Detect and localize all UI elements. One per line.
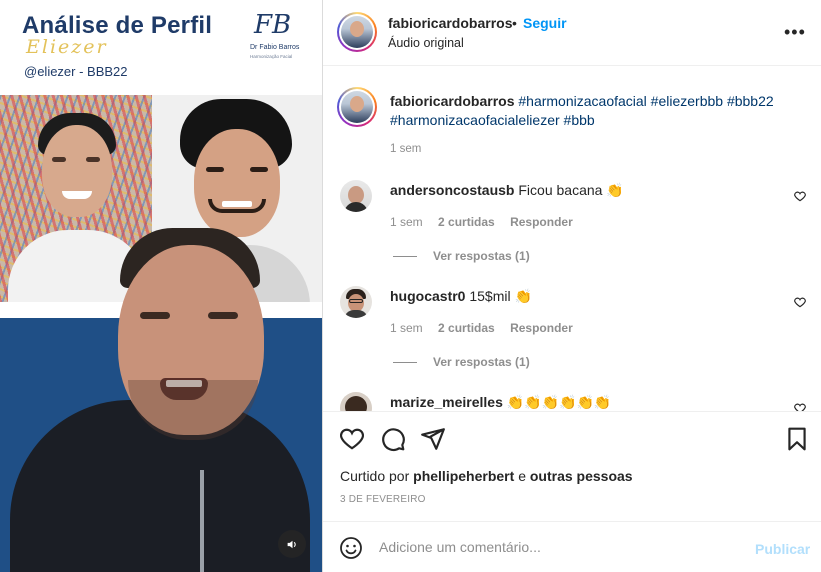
- comment-input[interactable]: [379, 539, 739, 555]
- reply-button[interactable]: Responder: [510, 215, 573, 229]
- like-comment-heart-icon[interactable]: [793, 189, 807, 203]
- comment-item: hugocastr0 15$mil 👏: [390, 288, 532, 305]
- comment-meta: 1 sem 2 curtidas Responder: [390, 215, 585, 229]
- comment-text: Ficou bacana 👏: [518, 182, 624, 198]
- add-comment-bar: Publicar: [323, 521, 821, 572]
- post-date[interactable]: 3 DE FEVEREIRO: [340, 494, 426, 505]
- like-comment-heart-icon[interactable]: [793, 401, 807, 411]
- like-heart-icon[interactable]: [339, 426, 365, 452]
- caption-timestamp[interactable]: 1 sem: [390, 143, 421, 155]
- comment-avatar[interactable]: [340, 392, 372, 411]
- comment-likes[interactable]: 2 curtidas: [438, 321, 495, 335]
- post-details-panel: fabioricardobarros • Seguir Áudio origin…: [322, 0, 821, 572]
- post-actions: Curtido por phellipeherbert e outras pes…: [323, 411, 821, 521]
- audio-link[interactable]: Áudio original: [388, 36, 464, 50]
- liked-conj: e: [518, 468, 526, 484]
- separator-dot: •: [512, 15, 517, 31]
- liked-prefix: Curtido por: [340, 468, 410, 484]
- author-avatar[interactable]: [337, 12, 377, 52]
- comment-item: andersoncostausb Ficou bacana 👏: [390, 182, 624, 199]
- media-banner: Análise de Perfil Eliezer @eliezer - BBB…: [0, 0, 322, 95]
- like-comment-heart-icon[interactable]: [793, 295, 807, 309]
- more-options-button[interactable]: •••: [784, 22, 806, 43]
- save-bookmark-icon[interactable]: [784, 426, 810, 452]
- post-media[interactable]: Análise de Perfil Eliezer @eliezer - BBB…: [0, 0, 322, 572]
- share-send-icon[interactable]: [420, 426, 446, 452]
- comment-text: 👏👏👏👏👏👏: [506, 394, 612, 410]
- liked-others[interactable]: outras pessoas: [530, 468, 633, 484]
- liked-user[interactable]: phellipeherbert: [413, 468, 514, 484]
- view-replies-label: Ver respostas (1): [433, 249, 530, 263]
- view-replies-button[interactable]: Ver respostas (1): [393, 249, 530, 263]
- comment-username[interactable]: marize_meirelles: [390, 394, 503, 410]
- comment-username[interactable]: andersoncostausb: [390, 182, 514, 198]
- view-replies-button[interactable]: Ver respostas (1): [393, 355, 530, 369]
- reply-button[interactable]: Responder: [510, 321, 573, 335]
- comment-avatar[interactable]: [340, 286, 372, 318]
- comment-likes[interactable]: 2 curtidas: [438, 215, 495, 229]
- caption-avatar[interactable]: [337, 87, 377, 127]
- view-replies-label: Ver respostas (1): [433, 355, 530, 369]
- comment-bubble-icon[interactable]: [380, 426, 406, 452]
- logo-name: Dr Fabio Barros: [250, 44, 300, 51]
- banner-handle: @eliezer - BBB22: [24, 64, 128, 79]
- comment-avatar[interactable]: [340, 180, 372, 212]
- comment-username[interactable]: hugocastr0: [390, 288, 465, 304]
- banner-script: Eliezer: [26, 36, 108, 58]
- mute-toggle-button[interactable]: [278, 530, 306, 558]
- comment-meta: 1 sem 2 curtidas Responder: [390, 321, 585, 335]
- comment-text: 15$mil 👏: [469, 288, 532, 304]
- logo-sub: Harmonização Facial: [250, 54, 293, 59]
- emoji-smiley-icon[interactable]: [339, 536, 363, 560]
- author-username[interactable]: fabioricardobarros: [388, 15, 512, 31]
- caption-username[interactable]: fabioricardobarros: [390, 93, 514, 109]
- post-caption: fabioricardobarros #harmonizacaofacial #…: [390, 92, 790, 130]
- comments-list[interactable]: fabioricardobarros #harmonizacaofacial #…: [323, 67, 821, 411]
- brand-logo: FB Dr Fabio Barros Harmonização Facial: [250, 10, 308, 64]
- logo-mark: FB: [254, 10, 292, 40]
- comment-item: marize_meirelles 👏👏👏👏👏👏: [390, 394, 611, 411]
- instagram-post-modal: Análise de Perfil Eliezer @eliezer - BBB…: [0, 0, 821, 572]
- comment-time[interactable]: 1 sem: [390, 215, 423, 229]
- speaker-icon: [287, 540, 296, 548]
- post-header: fabioricardobarros • Seguir Áudio origin…: [323, 0, 821, 66]
- comment-time[interactable]: 1 sem: [390, 321, 423, 335]
- publish-button[interactable]: Publicar: [755, 541, 810, 557]
- liked-by: Curtido por phellipeherbert e outras pes…: [340, 468, 633, 484]
- follow-button[interactable]: Seguir: [523, 15, 567, 31]
